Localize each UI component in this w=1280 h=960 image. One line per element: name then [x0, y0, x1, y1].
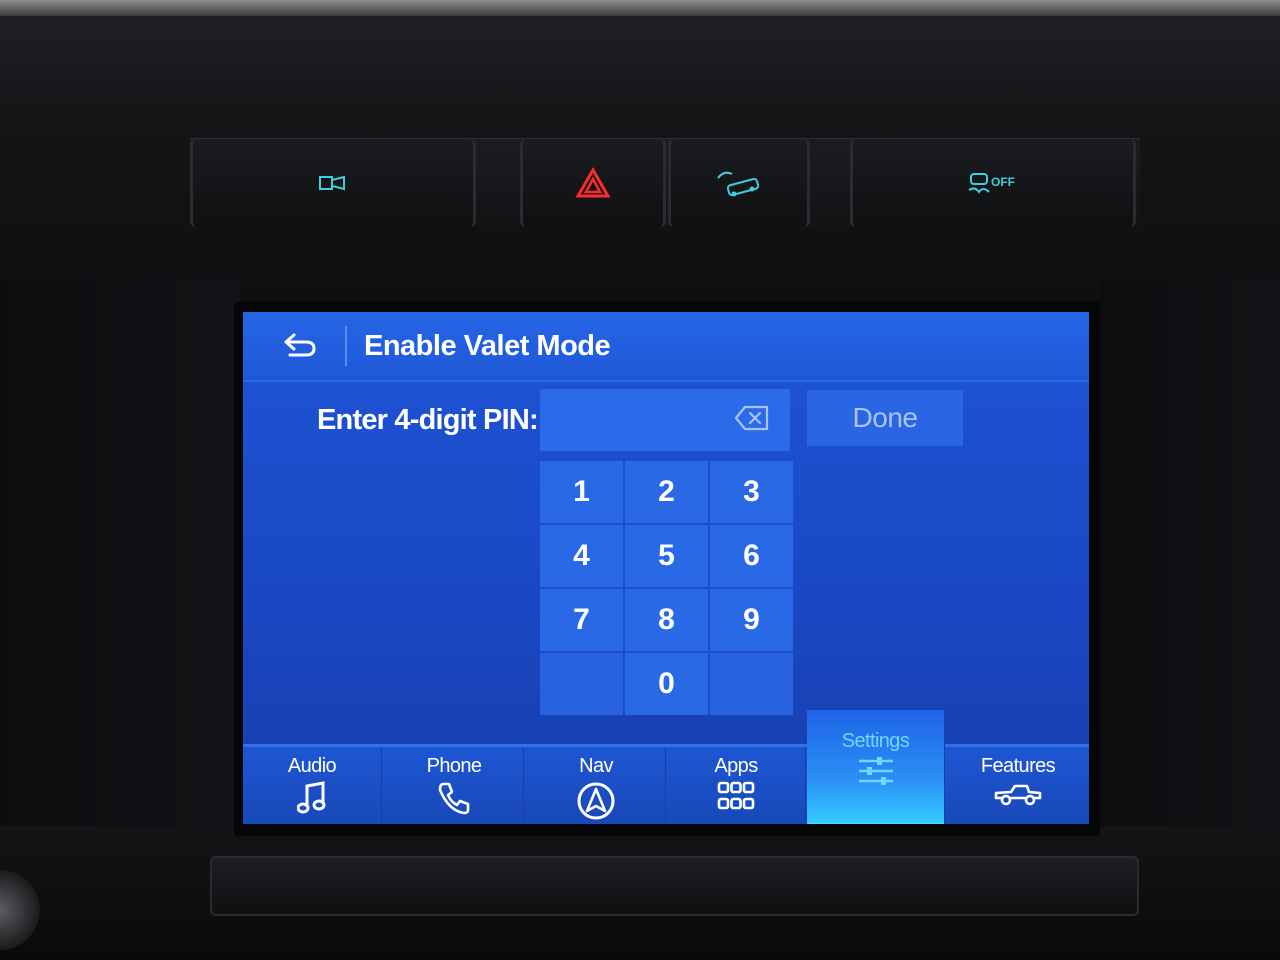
- truck-icon: [993, 781, 1043, 812]
- hazard-switch[interactable]: [520, 139, 666, 227]
- switch-bank: OFF: [190, 138, 1140, 231]
- nav-navigation[interactable]: Nav: [527, 747, 666, 824]
- header-bar: Enable Valet Mode: [243, 312, 1089, 382]
- nav-features[interactable]: Features: [949, 747, 1087, 824]
- key-7[interactable]: 7: [540, 589, 623, 651]
- header-divider: [345, 326, 347, 366]
- dashboard-left-panel: [0, 280, 240, 840]
- nav-audio[interactable]: Audio: [243, 747, 382, 824]
- camera-switch[interactable]: [190, 139, 476, 227]
- key-6[interactable]: 6: [710, 525, 793, 587]
- infotainment-screen: Enable Valet Mode Enter 4-digit PIN: Don…: [243, 312, 1089, 824]
- nav-settings-label: Settings: [841, 730, 910, 752]
- park-assist-icon: [714, 168, 764, 198]
- traction-off-text: OFF: [991, 175, 1015, 189]
- pin-label: Enter 4-digit PIN:: [317, 404, 539, 436]
- nav-apps-label: Apps: [714, 755, 758, 777]
- nav-settings[interactable]: Settings: [807, 710, 945, 824]
- dashboard-trim: [0, 0, 1280, 16]
- bottom-nav-bar: Audio Phone Nav Apps Settings Features: [243, 710, 1089, 824]
- pin-input[interactable]: [540, 389, 790, 451]
- apps-grid-icon: [717, 781, 755, 816]
- dashboard-lower-panel: [0, 826, 1280, 960]
- traction-control-switch[interactable]: OFF: [850, 139, 1136, 227]
- nav-apps[interactable]: Apps: [667, 747, 806, 824]
- dashboard-right-panel: [1100, 280, 1280, 840]
- key-2[interactable]: 2: [625, 461, 708, 523]
- nav-phone[interactable]: Phone: [385, 747, 524, 824]
- key-5[interactable]: 5: [625, 525, 708, 587]
- phone-icon: [437, 781, 471, 820]
- page-title: Enable Valet Mode: [364, 330, 611, 362]
- backspace-button[interactable]: [732, 404, 772, 436]
- numeric-keypad: 1 2 3 4 5 6 7 8 9 0: [540, 461, 793, 715]
- back-arrow-icon: [282, 331, 318, 364]
- nav-audio-label: Audio: [287, 755, 337, 777]
- key-8[interactable]: 8: [625, 589, 708, 651]
- key-3[interactable]: 3: [710, 461, 793, 523]
- hazard-icon: [575, 167, 611, 199]
- backspace-icon: [734, 405, 770, 436]
- park-assist-switch[interactable]: [668, 139, 810, 227]
- sliders-icon: [857, 756, 895, 791]
- key-0[interactable]: 0: [625, 653, 708, 715]
- screen-ledge: [210, 856, 1139, 916]
- music-note-icon: [296, 781, 327, 820]
- key-9[interactable]: 9: [710, 589, 793, 651]
- done-button[interactable]: Done: [807, 390, 963, 446]
- dashboard-upper-panel: OFF: [0, 0, 1280, 300]
- key-blank-left: [540, 653, 623, 715]
- traction-control-off-icon: OFF: [967, 170, 1019, 196]
- nav-navigation-label: Nav: [579, 755, 613, 777]
- key-4[interactable]: 4: [540, 525, 623, 587]
- nav-features-label: Features: [980, 755, 1056, 777]
- key-blank-right: [710, 653, 793, 715]
- key-1[interactable]: 1: [540, 461, 623, 523]
- nav-phone-label: Phone: [426, 755, 482, 777]
- camera-icon: [318, 174, 348, 192]
- navigation-arrow-icon: [576, 781, 616, 824]
- back-button[interactable]: [265, 322, 335, 372]
